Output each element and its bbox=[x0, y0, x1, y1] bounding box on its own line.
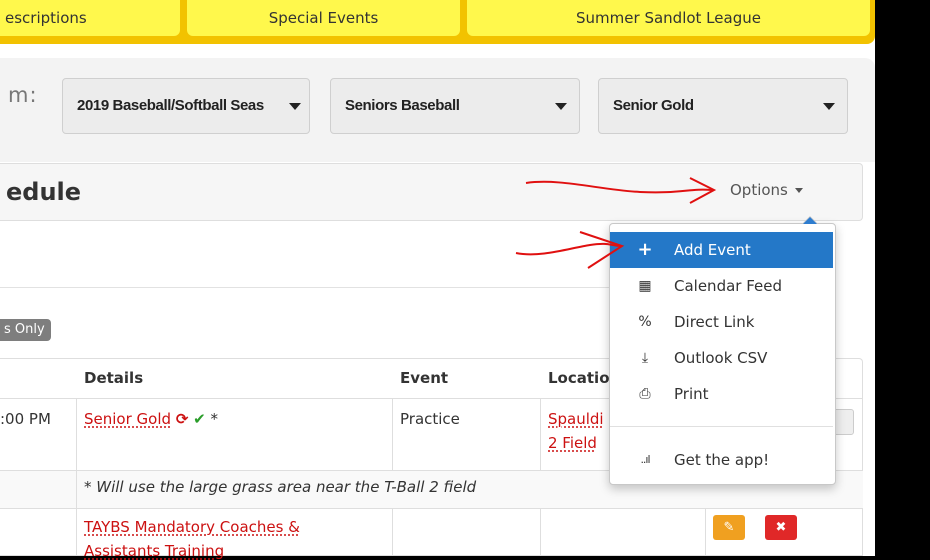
menu-item-label: Calendar Feed bbox=[674, 277, 783, 295]
location-link[interactable]: Spauldi bbox=[548, 410, 604, 428]
row-event: Practice bbox=[400, 410, 460, 428]
menu-divider bbox=[610, 426, 833, 427]
column-header-details: Details bbox=[84, 369, 144, 387]
nav-tab-summer-sandlot[interactable]: Summer Sandlot League bbox=[467, 0, 870, 36]
nav-tab-descriptions[interactable]: escriptions bbox=[0, 0, 180, 36]
column-header-location: Locatio bbox=[548, 369, 610, 387]
location-line-1: Spauldi bbox=[548, 410, 604, 428]
page: escriptions Special Events Summer Sandlo… bbox=[0, 0, 875, 560]
check-icon: ✔ bbox=[193, 410, 206, 428]
event-title-line-1: TAYBS Mandatory Coaches & bbox=[84, 518, 300, 536]
event-title-link[interactable]: TAYBS Mandatory Coaches & bbox=[84, 518, 300, 536]
edit-button[interactable]: ✎ bbox=[713, 515, 745, 540]
column-divider bbox=[392, 508, 393, 556]
asterisk: * bbox=[210, 410, 219, 428]
plus-icon: + bbox=[637, 239, 653, 260]
top-nav: escriptions Special Events Summer Sandlo… bbox=[0, 0, 875, 44]
download-icon: ⤓ bbox=[641, 350, 649, 366]
menu-item-add-event[interactable]: + Add Event bbox=[610, 232, 833, 268]
signal-icon: ..ıl bbox=[640, 453, 650, 466]
menu-item-label: Print bbox=[674, 385, 709, 403]
column-divider bbox=[540, 508, 541, 556]
delete-button[interactable]: ✖ bbox=[765, 515, 797, 540]
menu-item-label: Add Event bbox=[674, 241, 751, 259]
menu-item-label: Get the app! bbox=[674, 451, 770, 469]
menu-item-print[interactable]: ⎙ Print bbox=[610, 376, 833, 412]
nav-tab-special-events[interactable]: Special Events bbox=[187, 0, 460, 36]
menu-item-direct-link[interactable]: % Direct Link bbox=[610, 304, 833, 340]
division-select[interactable]: Seniors Baseball bbox=[330, 78, 580, 134]
table-row: Senior Gold ⟳ ✔ * bbox=[84, 410, 218, 428]
location-line-2: 2 Field bbox=[548, 434, 597, 452]
link-icon: % bbox=[638, 314, 652, 330]
team-select-value: Senior Gold bbox=[613, 97, 694, 114]
event-title-line-2: Assistants Training bbox=[84, 542, 225, 560]
column-divider bbox=[540, 399, 541, 471]
menu-item-label: Direct Link bbox=[674, 313, 755, 331]
row-note: * Will use the large grass area near the… bbox=[84, 478, 477, 496]
column-divider bbox=[76, 399, 77, 471]
chevron-down-icon bbox=[823, 103, 835, 110]
menu-item-calendar-feed[interactable]: ▦ Calendar Feed bbox=[610, 268, 833, 304]
season-select-value: 2019 Baseball/Softball Seas bbox=[77, 97, 264, 114]
caret-down-icon bbox=[794, 188, 803, 193]
column-divider bbox=[392, 399, 393, 471]
season-select[interactable]: 2019 Baseball/Softball Seas bbox=[62, 78, 310, 134]
team-link[interactable]: Senior Gold bbox=[84, 410, 171, 428]
menu-item-get-app[interactable]: ..ıl Get the app! bbox=[610, 442, 833, 478]
table-row-divider bbox=[0, 508, 863, 509]
team-filter-label: m: bbox=[8, 83, 38, 107]
edit-icon: ✎ bbox=[723, 520, 735, 535]
options-label: Options bbox=[730, 181, 788, 199]
column-divider bbox=[76, 471, 77, 508]
chevron-down-icon bbox=[555, 103, 567, 110]
close-icon: ✖ bbox=[775, 520, 787, 535]
row-time: :00 PM bbox=[0, 410, 51, 428]
menu-item-outlook-csv[interactable]: ⤓ Outlook CSV bbox=[610, 340, 833, 376]
filter-badge[interactable]: s Only bbox=[0, 319, 51, 341]
menu-item-label: Outlook CSV bbox=[674, 349, 768, 367]
print-icon: ⎙ bbox=[639, 386, 651, 402]
schedule-title: edule bbox=[6, 178, 82, 206]
location-link-line2[interactable]: 2 Field bbox=[548, 434, 597, 452]
calendar-icon: ▦ bbox=[638, 278, 652, 294]
options-menu: + Add Event ▦ Calendar Feed % Direct Lin… bbox=[609, 216, 836, 485]
event-title-link-line2[interactable]: Assistants Training bbox=[84, 542, 224, 560]
divider bbox=[0, 287, 712, 288]
division-select-value: Seniors Baseball bbox=[345, 97, 460, 114]
chevron-down-icon bbox=[289, 103, 301, 110]
team-select[interactable]: Senior Gold bbox=[598, 78, 848, 134]
sync-icon: ⟳ bbox=[175, 410, 189, 428]
column-header-event: Event bbox=[400, 369, 449, 387]
column-divider bbox=[76, 508, 77, 556]
options-button[interactable]: Options bbox=[730, 181, 803, 199]
